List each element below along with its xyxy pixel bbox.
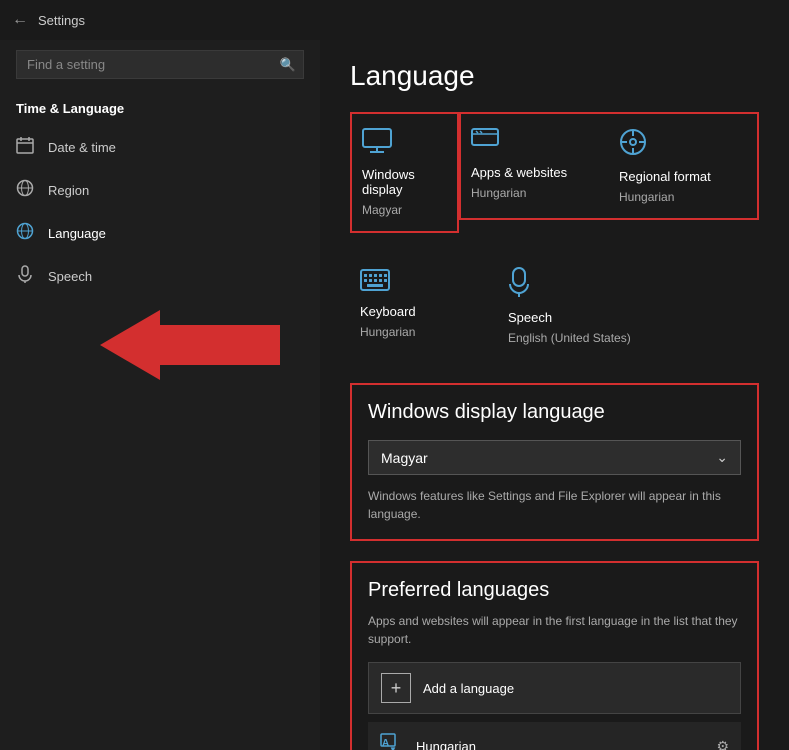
apps-websites-icon [471,128,499,159]
speech-icon [16,265,34,288]
titlebar: ← Settings [0,0,789,40]
lang-settings-icon: ⚙ [716,738,729,750]
apps-websites-sub: Hungarian [471,186,526,200]
content-area: Language Windows display Magyar [320,40,789,750]
windows-display-language-heading: Windows display language [368,401,741,424]
hungarian-lang-name: Hungarian [416,739,704,750]
regional-format-sub: Hungarian [619,190,674,204]
chevron-down-icon: ⌄ [716,449,728,466]
apps-websites-title: Apps & websites [471,165,567,180]
sidebar-item-speech[interactable]: Speech [0,255,320,298]
search-container: 🔍 [16,50,304,79]
preferred-languages-section: Preferred languages Apps and websites wi… [350,561,759,750]
regional-format-title: Regional format [619,169,711,184]
regional-format-icon [619,128,647,163]
sidebar-item-language[interactable]: Language [0,212,320,255]
keyboard-title: Keyboard [360,304,416,319]
add-language-label: Add a language [423,681,514,696]
card-speech[interactable]: Speech English (United States) [498,253,646,359]
windows-display-icon [362,128,392,161]
add-language-button[interactable]: + Add a language [368,662,741,714]
preferred-languages-heading: Preferred languages [368,579,741,602]
card-keyboard[interactable]: Keyboard Hungarian [350,253,498,359]
speech-card-title: Speech [508,310,552,325]
windows-display-language-section: Windows display language Magyar ⌄ Window… [350,383,759,541]
card-apps-websites[interactable]: Apps & websites Hungarian [461,114,609,218]
search-icon: 🔍 [280,57,296,73]
sidebar-item-date-time[interactable]: Date & time [0,126,320,169]
sidebar-item-region[interactable]: Region [0,169,320,212]
keyboard-icon [360,267,390,298]
arrow-annotation [100,305,310,388]
windows-display-title: Windows display [362,167,447,197]
sidebar: 🔍 Time & Language Date & time [0,40,320,750]
windows-display-sub: Magyar [362,203,402,217]
speech-card-sub: English (United States) [508,331,631,345]
speech-card-icon [508,267,530,304]
search-input[interactable] [16,50,304,79]
windows-display-hint: Windows features like Settings and File … [368,487,741,523]
titlebar-title: Settings [38,13,85,28]
keyboard-sub: Hungarian [360,325,415,339]
sidebar-item-language-label: Language [48,226,106,241]
language-dropdown[interactable]: Magyar ⌄ [368,440,741,475]
sidebar-section-label: Time & Language [0,95,320,126]
preferred-languages-sub: Apps and websites will appear in the fir… [368,612,741,648]
language-icon [16,222,34,245]
sidebar-item-speech-label: Speech [48,269,92,284]
back-button[interactable]: ← [12,11,28,29]
card-regional-format[interactable]: Regional format Hungarian [609,114,757,218]
hungarian-lang-icon: A ▼ [380,732,404,750]
language-list-item-hungarian[interactable]: A ▼ Hungarian ⚙ [368,722,741,750]
card-windows-display[interactable]: Windows display Magyar [350,112,459,233]
sidebar-item-region-label: Region [48,183,89,198]
plus-icon: + [381,673,411,703]
main-layout: 🔍 Time & Language Date & time [0,40,789,750]
region-icon [16,179,34,202]
dropdown-selected-value: Magyar [381,450,716,466]
page-title: Language [350,60,759,92]
sidebar-item-date-time-label: Date & time [48,140,116,155]
date-time-icon [16,136,34,159]
svg-text:▼: ▼ [389,745,397,750]
